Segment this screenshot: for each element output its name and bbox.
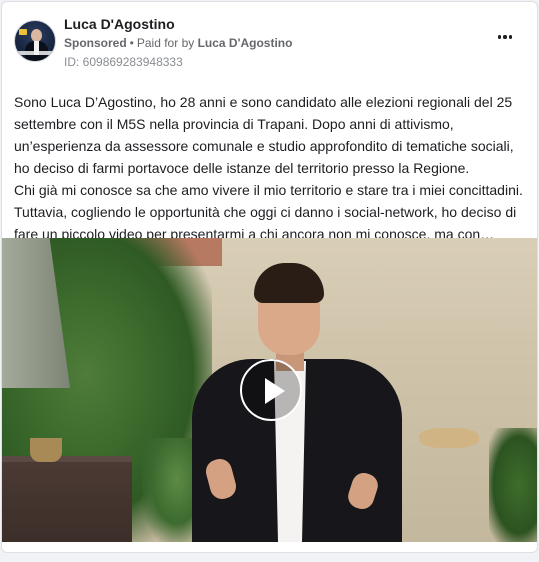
post-header: Luca D'Agostino Sponsored • Paid for by Lu… [2, 2, 537, 82]
paid-for-prefix: Paid for by [136, 36, 195, 50]
party-logo [19, 29, 27, 35]
post-text-line: un’esperienza da assessore comunale e st… [14, 138, 514, 154]
ad-card: Luca D'Agostino Sponsored • Paid for by Lu… [1, 1, 538, 553]
post-text-line: Tuttavia, cogliendo le opportunità che o… [14, 204, 517, 220]
paid-for-name[interactable]: Luca D'Agostino [198, 36, 293, 50]
post-text-line: Chi già mi conosce sa che amo vivere il … [14, 182, 523, 198]
post-text: Sono Luca D’Agostino, ho 28 anni e sono … [14, 91, 532, 245]
post-text-line: settembre con il M5S nella provincia di … [14, 116, 454, 132]
sponsored-meta: Sponsored • Paid for by Luca D'Agostino [64, 36, 292, 50]
sponsored-label: Sponsored [64, 36, 127, 50]
author-name[interactable]: Luca D'Agostino [64, 16, 175, 32]
meta-separator: • [129, 36, 134, 50]
video-player[interactable] [2, 238, 537, 542]
table [2, 456, 132, 542]
ad-id: ID: 609869283948333 [64, 55, 183, 69]
post-text-line: Sono Luca D’Agostino, ho 28 anni e sono … [14, 94, 513, 110]
avatar[interactable] [14, 20, 56, 62]
more-options-icon[interactable] [495, 32, 515, 42]
post-text-line: ho deciso di farmi portavoce delle istan… [14, 160, 470, 176]
play-icon[interactable] [240, 359, 302, 421]
